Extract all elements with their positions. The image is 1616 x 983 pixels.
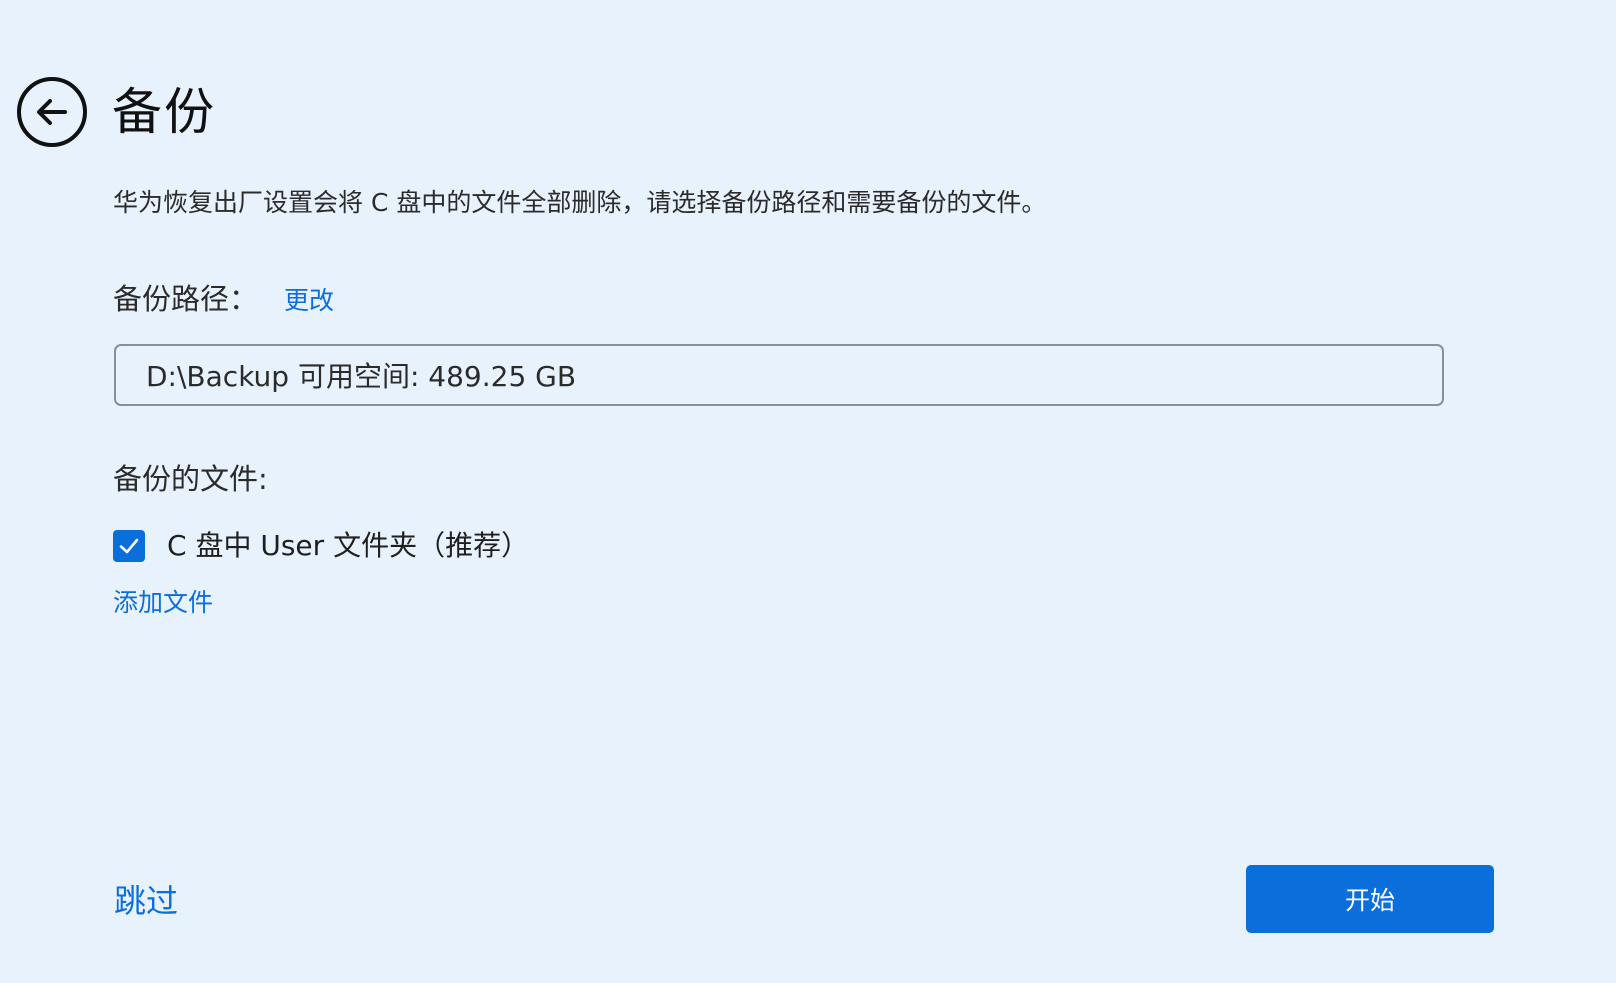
arrow-left-icon (37, 99, 67, 125)
backup-path-label: 备份路径： (113, 282, 259, 316)
checkmark-icon (119, 538, 139, 554)
change-path-link[interactable]: 更改 (284, 284, 334, 318)
page-title: 备份 (112, 83, 216, 141)
start-button[interactable]: 开始 (1246, 865, 1494, 933)
skip-link[interactable]: 跳过 (114, 880, 178, 922)
backup-path-value: D:\Backup 可用空间: 489.25 GB (146, 360, 577, 393)
user-folder-checkbox[interactable] (113, 530, 145, 562)
add-files-link[interactable]: 添加文件 (113, 586, 213, 620)
back-button[interactable] (17, 77, 87, 147)
description-text: 华为恢复出厂设置会将 C 盘中的文件全部删除，请选择备份路径和需要备份的文件。 (113, 188, 1047, 217)
backup-path-field[interactable]: D:\Backup 可用空间: 489.25 GB (114, 344, 1444, 406)
user-folder-checkbox-label[interactable]: C 盘中 User 文件夹（推荐） (167, 528, 529, 564)
backup-files-label: 备份的文件: (113, 462, 268, 496)
